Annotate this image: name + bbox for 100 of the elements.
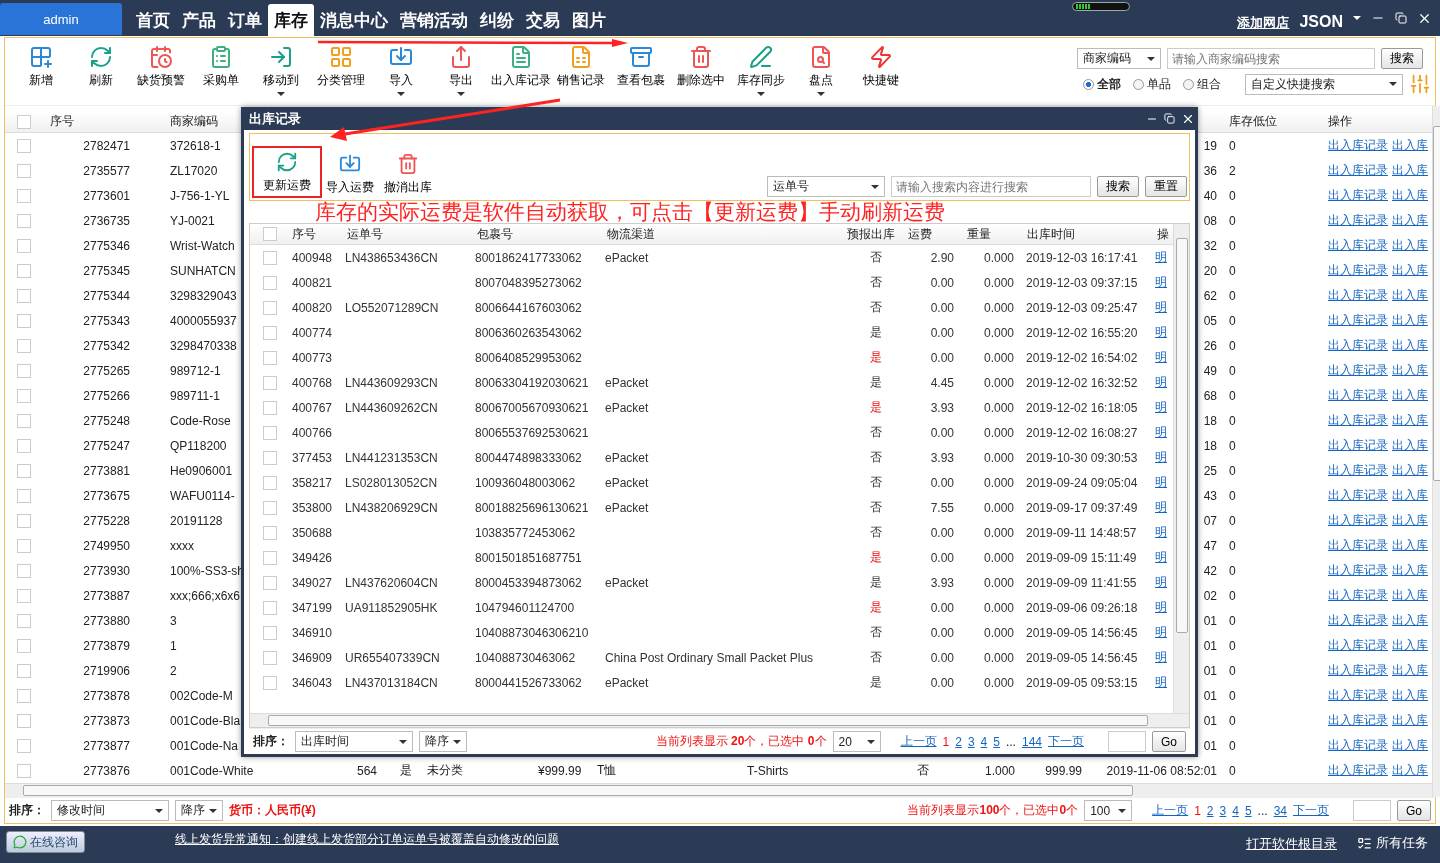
- checkbox[interactable]: [263, 550, 277, 565]
- record-link[interactable]: 出入库: [1392, 363, 1428, 377]
- detail-link[interactable]: 明: [1155, 624, 1169, 641]
- checkbox[interactable]: [263, 275, 277, 290]
- record-link[interactable]: 出入库记录: [1328, 763, 1388, 777]
- search-field[interactable]: 请输入商家编码搜索: [1167, 48, 1375, 69]
- record-link[interactable]: 出入库记录: [1328, 238, 1388, 252]
- toolbar-button[interactable]: 新增: [11, 40, 71, 103]
- record-link[interactable]: 出入库: [1392, 488, 1428, 502]
- checkbox[interactable]: [263, 450, 277, 465]
- toolbar-button[interactable]: 移动到: [251, 40, 311, 103]
- online-consult-button[interactable]: 在线咨询: [6, 831, 85, 853]
- checkbox[interactable]: [263, 650, 277, 665]
- checkbox[interactable]: [17, 438, 31, 453]
- record-link[interactable]: 出入库: [1392, 188, 1428, 202]
- record-link[interactable]: 出入库: [1392, 688, 1428, 702]
- record-link[interactable]: 出入库: [1392, 763, 1428, 777]
- detail-link[interactable]: 明: [1155, 249, 1169, 266]
- checkbox[interactable]: [17, 388, 31, 403]
- checkbox[interactable]: [17, 488, 31, 503]
- checkbox[interactable]: [17, 363, 31, 378]
- checkbox[interactable]: [17, 188, 31, 203]
- vertical-scrollbar[interactable]: [1173, 224, 1189, 713]
- toolbar-button[interactable]: 盘点: [791, 40, 851, 103]
- detail-link[interactable]: 明: [1155, 374, 1169, 391]
- toolbar-button[interactable]: 查看包裹: [611, 40, 671, 103]
- record-link[interactable]: 出入库记录: [1328, 413, 1388, 427]
- search-field-select[interactable]: 商家编码: [1077, 48, 1161, 69]
- last-page-link[interactable]: 144: [1021, 734, 1042, 749]
- toolbar-button[interactable]: 销售记录: [551, 40, 611, 103]
- toolbar-button[interactable]: 导出: [431, 40, 491, 103]
- detail-link[interactable]: 明: [1155, 549, 1169, 566]
- account-menu[interactable]: JSON: [1299, 13, 1343, 31]
- page-link[interactable]: 5: [1244, 803, 1252, 818]
- record-link[interactable]: 出入库: [1392, 713, 1428, 727]
- record-link[interactable]: 出入库: [1392, 638, 1428, 652]
- checkbox[interactable]: [17, 638, 31, 653]
- record-link[interactable]: 出入库记录: [1328, 438, 1388, 452]
- nav-tab[interactable]: 消息中心: [314, 4, 394, 36]
- maximize-icon[interactable]: [1164, 113, 1175, 124]
- search-button[interactable]: 搜索: [1097, 176, 1139, 197]
- page-link[interactable]: 3: [1219, 803, 1227, 818]
- add-shop-link[interactable]: 添加网店: [1237, 14, 1290, 32]
- detail-link[interactable]: 明: [1155, 649, 1169, 666]
- checkbox[interactable]: [17, 313, 31, 328]
- record-link[interactable]: 出入库记录: [1328, 363, 1388, 377]
- record-link[interactable]: 出入库: [1392, 613, 1428, 627]
- record-link[interactable]: 出入库记录: [1328, 713, 1388, 727]
- toolbar-button[interactable]: 采购单: [191, 40, 251, 103]
- record-link[interactable]: 出入库: [1392, 563, 1428, 577]
- toolbar-button[interactable]: 分类管理: [311, 40, 371, 103]
- toolbar-button[interactable]: 导入: [371, 40, 431, 103]
- dialog-toolbar-button[interactable]: 更新运费: [252, 146, 322, 198]
- checkbox[interactable]: [263, 475, 277, 490]
- tasks-button[interactable]: 所有任务: [1351, 833, 1434, 853]
- record-link[interactable]: 出入库记录: [1328, 288, 1388, 302]
- checkbox[interactable]: [17, 538, 31, 553]
- next-page-link[interactable]: 下一页: [1048, 733, 1084, 750]
- nav-tab[interactable]: 库存: [268, 4, 314, 36]
- record-link[interactable]: 出入库记录: [1328, 588, 1388, 602]
- detail-link[interactable]: 明: [1155, 524, 1169, 541]
- dialog-toolbar-button[interactable]: 撤消出库: [378, 148, 438, 200]
- detail-link[interactable]: 明: [1155, 449, 1169, 466]
- record-link[interactable]: 出入库记录: [1328, 538, 1388, 552]
- next-page-link[interactable]: 下一页: [1293, 802, 1329, 819]
- quick-search-select[interactable]: 自定义快捷搜索: [1245, 73, 1403, 95]
- nav-tab[interactable]: 首页: [130, 4, 176, 36]
- caret-icon[interactable]: [1353, 16, 1361, 20]
- record-link[interactable]: 出入库记录: [1328, 138, 1388, 152]
- record-link[interactable]: 出入库记录: [1328, 388, 1388, 402]
- detail-link[interactable]: 明: [1155, 599, 1169, 616]
- nav-tab[interactable]: 纠纷: [474, 4, 520, 36]
- user-tab[interactable]: admin: [0, 3, 122, 35]
- toolbar-button[interactable]: 删除选中: [671, 40, 731, 103]
- record-link[interactable]: 出入库: [1392, 288, 1428, 302]
- open-folder-link[interactable]: 打开软件根目录: [1246, 835, 1337, 853]
- checkbox[interactable]: [17, 413, 31, 428]
- page-size-select[interactable]: 100: [1084, 800, 1133, 821]
- record-link[interactable]: 出入库: [1392, 538, 1428, 552]
- record-link[interactable]: 出入库: [1392, 388, 1428, 402]
- nav-tab[interactable]: 交易: [520, 4, 566, 36]
- detail-link[interactable]: 明: [1155, 349, 1169, 366]
- record-link[interactable]: 出入库记录: [1328, 188, 1388, 202]
- checkbox[interactable]: [263, 425, 277, 440]
- checkbox[interactable]: [17, 288, 31, 303]
- checkbox[interactable]: [17, 463, 31, 478]
- record-link[interactable]: 出入库: [1392, 213, 1428, 227]
- detail-link[interactable]: 明: [1155, 574, 1169, 591]
- checkbox[interactable]: [17, 563, 31, 578]
- checkbox[interactable]: [263, 575, 277, 590]
- record-link[interactable]: 出入库: [1392, 338, 1428, 352]
- toolbar-button[interactable]: 快捷键: [851, 40, 911, 103]
- page-number-field[interactable]: [1108, 731, 1146, 752]
- detail-link[interactable]: 明: [1155, 474, 1169, 491]
- record-link[interactable]: 出入库记录: [1328, 563, 1388, 577]
- reset-button[interactable]: 重置: [1145, 176, 1187, 197]
- radio-option[interactable]: 单品: [1133, 75, 1171, 93]
- record-link[interactable]: 出入库: [1392, 588, 1428, 602]
- record-link[interactable]: 出入库: [1392, 138, 1428, 152]
- checkbox[interactable]: [263, 525, 277, 540]
